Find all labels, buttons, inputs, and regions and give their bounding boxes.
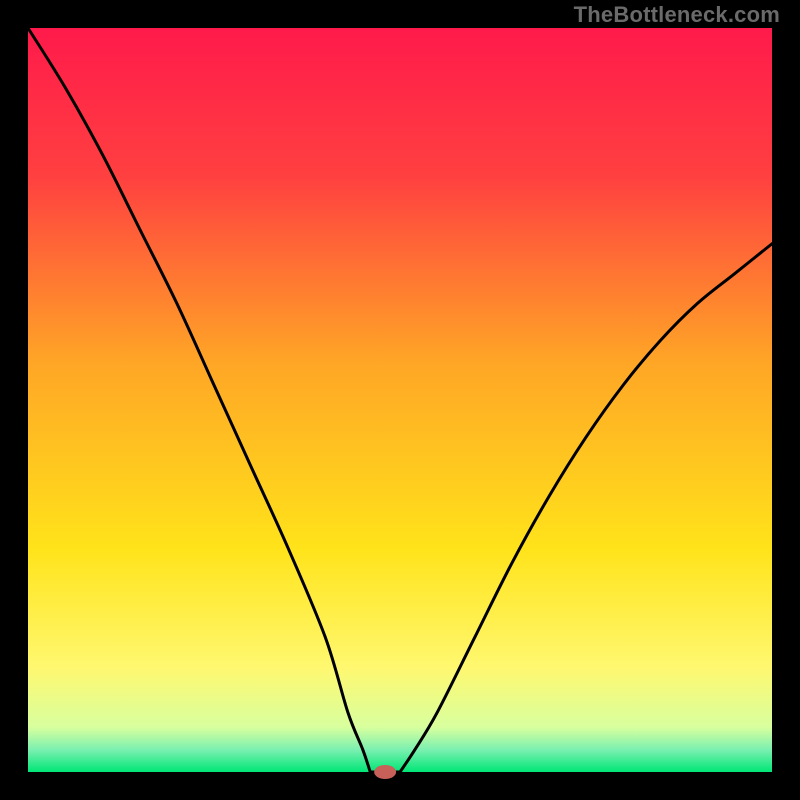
optimal-marker [374, 765, 396, 779]
gradient-plot-area [28, 28, 772, 772]
bottleneck-chart [0, 0, 800, 800]
chart-frame: TheBottleneck.com [0, 0, 800, 800]
watermark-text: TheBottleneck.com [574, 2, 780, 28]
